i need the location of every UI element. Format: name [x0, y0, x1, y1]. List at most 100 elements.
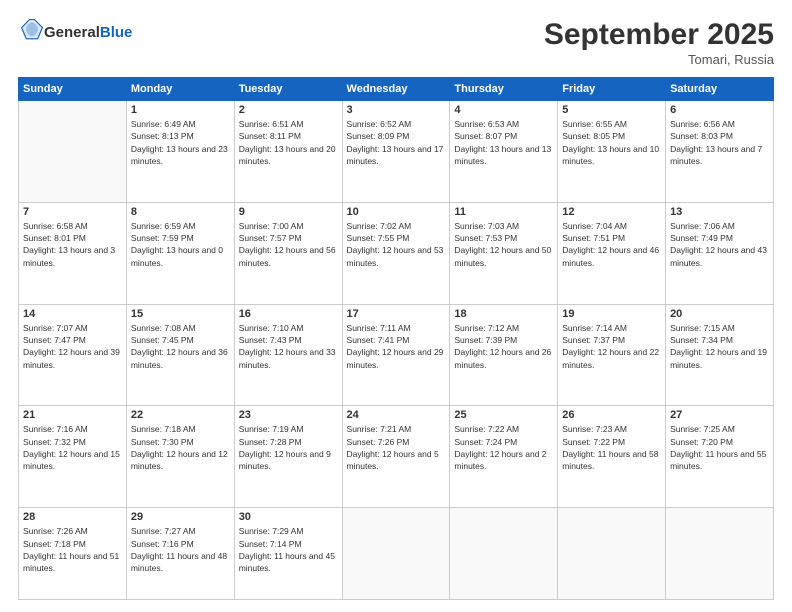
logo-icon: [20, 18, 44, 42]
col-monday: Monday: [126, 78, 234, 101]
day-number: 5: [562, 104, 661, 116]
cell-info: Sunrise: 7:27 AMSunset: 7:16 PMDaylight:…: [131, 525, 230, 574]
day-number: 13: [670, 206, 769, 218]
day-number: 12: [562, 206, 661, 218]
day-number: 21: [23, 409, 122, 421]
cell-info: Sunrise: 7:22 AMSunset: 7:24 PMDaylight:…: [454, 423, 553, 472]
day-number: 2: [239, 104, 338, 116]
col-sunday: Sunday: [19, 78, 127, 101]
cell-info: Sunrise: 7:08 AMSunset: 7:45 PMDaylight:…: [131, 322, 230, 371]
col-friday: Friday: [558, 78, 666, 101]
table-row: 26 Sunrise: 7:23 AMSunset: 7:22 PMDayligh…: [558, 406, 666, 508]
cell-info: Sunrise: 6:55 AMSunset: 8:05 PMDaylight:…: [562, 118, 661, 167]
cell-info: Sunrise: 7:12 AMSunset: 7:39 PMDaylight:…: [454, 322, 553, 371]
cell-info: Sunrise: 7:23 AMSunset: 7:22 PMDaylight:…: [562, 423, 661, 472]
cell-info: Sunrise: 6:53 AMSunset: 8:07 PMDaylight:…: [454, 118, 553, 167]
cell-info: Sunrise: 7:16 AMSunset: 7:32 PMDaylight:…: [23, 423, 122, 472]
cell-info: Sunrise: 7:18 AMSunset: 7:30 PMDaylight:…: [131, 423, 230, 472]
table-row: 15 Sunrise: 7:08 AMSunset: 7:45 PMDayligh…: [126, 304, 234, 406]
cell-info: Sunrise: 6:49 AMSunset: 8:13 PMDaylight:…: [131, 118, 230, 167]
table-row: 11 Sunrise: 7:03 AMSunset: 7:53 PMDayligh…: [450, 202, 558, 304]
table-row: [666, 508, 774, 600]
table-row: 5 Sunrise: 6:55 AMSunset: 8:05 PMDaylight…: [558, 101, 666, 203]
cell-info: Sunrise: 7:03 AMSunset: 7:53 PMDaylight:…: [454, 220, 553, 269]
day-number: 26: [562, 409, 661, 421]
day-number: 6: [670, 104, 769, 116]
table-row: 28Sunrise: 7:26 AMSunset: 7:18 PMDayligh…: [19, 508, 127, 600]
col-wednesday: Wednesday: [342, 78, 450, 101]
logo: GeneralBlue: [18, 18, 132, 47]
logo-text: GeneralBlue: [44, 24, 132, 42]
table-row: 29 Sunrise: 7:27 AMSunset: 7:16 PMDayligh…: [126, 508, 234, 600]
day-number: 11: [454, 206, 553, 218]
day-number: 19: [562, 308, 661, 320]
table-row: 1 Sunrise: 6:49 AMSunset: 8:13 PMDaylight…: [126, 101, 234, 203]
day-number: 28: [23, 511, 122, 523]
table-row: 27Sunrise: 7:25 AMSunset: 7:20 PMDayligh…: [666, 406, 774, 508]
table-row: 4 Sunrise: 6:53 AMSunset: 8:07 PMDaylight…: [450, 101, 558, 203]
table-row: 19Sunrise: 7:14 AMSunset: 7:37 PMDayligh…: [558, 304, 666, 406]
cell-info: Sunrise: 7:10 AMSunset: 7:43 PMDaylight:…: [239, 322, 338, 371]
month-title: September 2025: [544, 18, 774, 52]
table-row: 30 Sunrise: 7:29 AMSunset: 7:14 PMDayligh…: [234, 508, 342, 600]
title-block: September 2025 Tomari, Russia: [544, 18, 774, 67]
table-row: 25 Sunrise: 7:22 AMSunset: 7:24 PMDayligh…: [450, 406, 558, 508]
header: GeneralBlue September 2025 Tomari, Russi…: [18, 18, 774, 67]
day-number: 23: [239, 409, 338, 421]
table-row: 6Sunrise: 6:56 AMSunset: 8:03 PMDaylight…: [666, 101, 774, 203]
cell-info: Sunrise: 7:06 AMSunset: 7:49 PMDaylight:…: [670, 220, 769, 269]
table-row: 17Sunrise: 7:11 AMSunset: 7:41 PMDayligh…: [342, 304, 450, 406]
col-saturday: Saturday: [666, 78, 774, 101]
day-number: 8: [131, 206, 230, 218]
day-number: 25: [454, 409, 553, 421]
cell-info: Sunrise: 7:02 AMSunset: 7:55 PMDaylight:…: [347, 220, 446, 269]
table-row: 13 Sunrise: 7:06 AMSunset: 7:49 PMDayligh…: [666, 202, 774, 304]
table-row: [19, 101, 127, 203]
table-row: [450, 508, 558, 600]
col-thursday: Thursday: [450, 78, 558, 101]
header-row: Sunday Monday Tuesday Wednesday Thursday…: [19, 78, 774, 101]
cell-info: Sunrise: 7:15 AMSunset: 7:34 PMDaylight:…: [670, 322, 769, 371]
cell-info: Sunrise: 6:52 AMSunset: 8:09 PMDaylight:…: [347, 118, 446, 167]
day-number: 9: [239, 206, 338, 218]
table-row: 24Sunrise: 7:21 AMSunset: 7:26 PMDayligh…: [342, 406, 450, 508]
table-row: 18 Sunrise: 7:12 AMSunset: 7:39 PMDayligh…: [450, 304, 558, 406]
cell-info: Sunrise: 7:04 AMSunset: 7:51 PMDaylight:…: [562, 220, 661, 269]
cell-info: Sunrise: 6:58 AMSunset: 8:01 PMDaylight:…: [23, 220, 122, 269]
location: Tomari, Russia: [544, 52, 774, 67]
col-tuesday: Tuesday: [234, 78, 342, 101]
table-row: 14 Sunrise: 7:07 AMSunset: 7:47 PMDayligh…: [19, 304, 127, 406]
day-number: 14: [23, 308, 122, 320]
table-row: [558, 508, 666, 600]
day-number: 4: [454, 104, 553, 116]
table-row: 7 Sunrise: 6:58 AMSunset: 8:01 PMDaylight…: [19, 202, 127, 304]
day-number: 29: [131, 511, 230, 523]
table-row: 12 Sunrise: 7:04 AMSunset: 7:51 PMDayligh…: [558, 202, 666, 304]
day-number: 20: [670, 308, 769, 320]
day-number: 1: [131, 104, 230, 116]
table-row: 16 Sunrise: 7:10 AMSunset: 7:43 PMDayligh…: [234, 304, 342, 406]
table-row: 23 Sunrise: 7:19 AMSunset: 7:28 PMDayligh…: [234, 406, 342, 508]
calendar: Sunday Monday Tuesday Wednesday Thursday…: [18, 77, 774, 600]
cell-info: Sunrise: 7:00 AMSunset: 7:57 PMDaylight:…: [239, 220, 338, 269]
day-number: 22: [131, 409, 230, 421]
cell-info: Sunrise: 7:29 AMSunset: 7:14 PMDaylight:…: [239, 525, 338, 574]
day-number: 16: [239, 308, 338, 320]
table-row: [342, 508, 450, 600]
table-row: 21 Sunrise: 7:16 AMSunset: 7:32 PMDayligh…: [19, 406, 127, 508]
day-number: 15: [131, 308, 230, 320]
cell-info: Sunrise: 7:19 AMSunset: 7:28 PMDaylight:…: [239, 423, 338, 472]
table-row: 3 Sunrise: 6:52 AMSunset: 8:09 PMDaylight…: [342, 101, 450, 203]
table-row: 2 Sunrise: 6:51 AMSunset: 8:11 PMDaylight…: [234, 101, 342, 203]
table-row: 10 Sunrise: 7:02 AMSunset: 7:55 PMDayligh…: [342, 202, 450, 304]
day-number: 3: [347, 104, 446, 116]
cell-info: Sunrise: 6:59 AMSunset: 7:59 PMDaylight:…: [131, 220, 230, 269]
table-row: 20 Sunrise: 7:15 AMSunset: 7:34 PMDayligh…: [666, 304, 774, 406]
day-number: 10: [347, 206, 446, 218]
day-number: 18: [454, 308, 553, 320]
cell-info: Sunrise: 7:21 AMSunset: 7:26 PMDaylight:…: [347, 423, 446, 472]
cell-info: Sunrise: 7:07 AMSunset: 7:47 PMDaylight:…: [23, 322, 122, 371]
day-number: 30: [239, 511, 338, 523]
cell-info: Sunrise: 6:51 AMSunset: 8:11 PMDaylight:…: [239, 118, 338, 167]
day-number: 7: [23, 206, 122, 218]
